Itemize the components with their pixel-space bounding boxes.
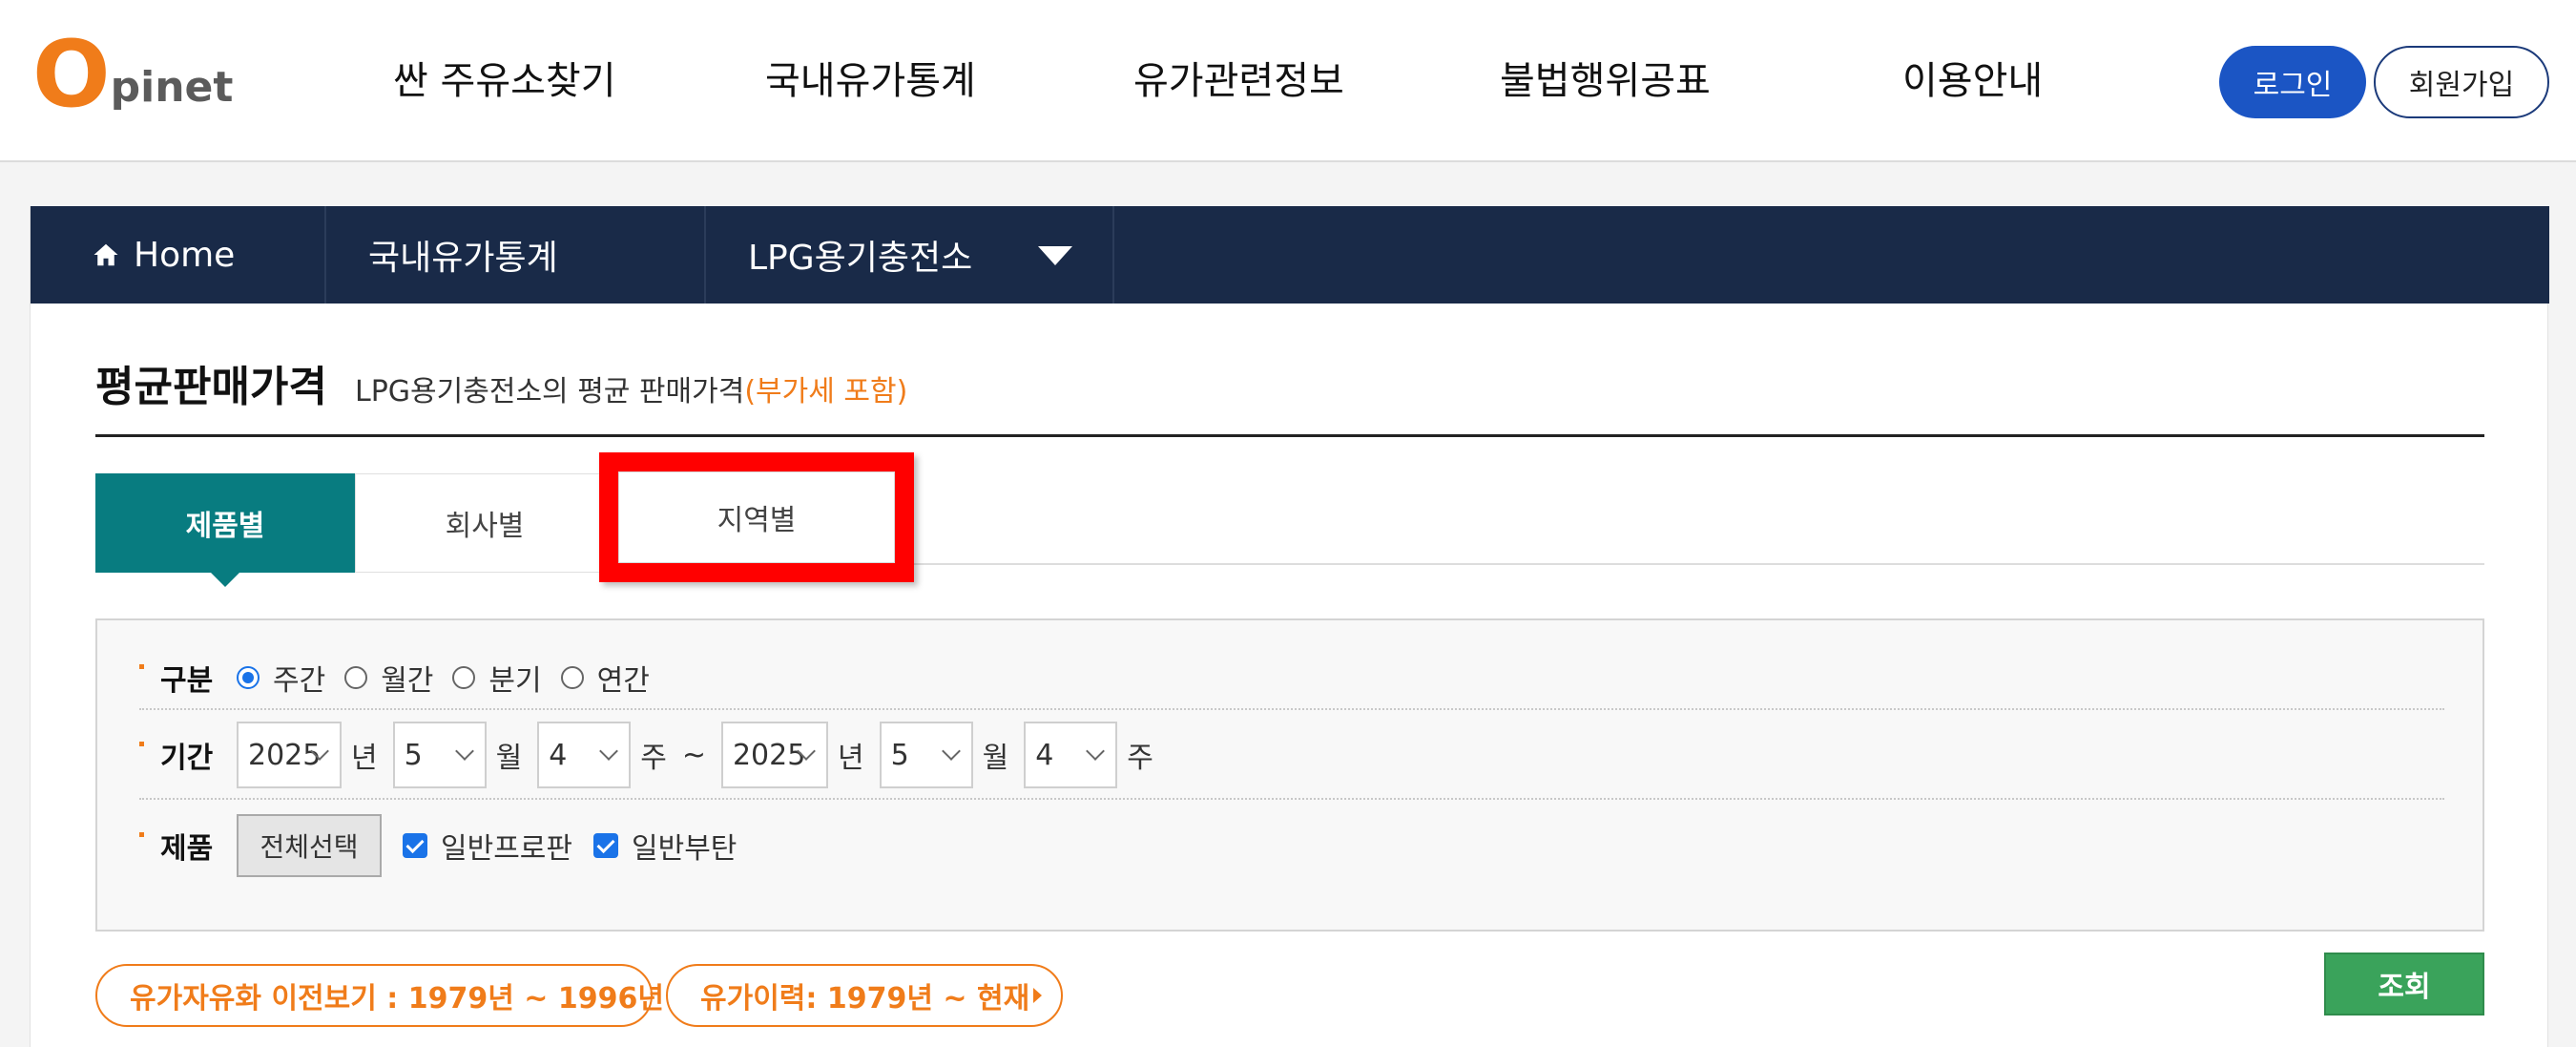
tab-by-company[interactable]: 회사별 xyxy=(355,473,614,573)
search-button[interactable]: 조회 xyxy=(2324,953,2484,1016)
checkbox-propane[interactable]: 일반프로판 xyxy=(403,825,572,867)
radio-quarterly-label: 분기 xyxy=(488,664,542,698)
nav-cheap-station[interactable]: 싼 주유소찾기 xyxy=(393,48,616,115)
radio-yearly-label: 연간 xyxy=(596,664,650,698)
select-all-button[interactable]: 전체선택 xyxy=(237,814,382,877)
checkbox-box[interactable] xyxy=(593,833,618,858)
to-year-select[interactable]: 2025 xyxy=(720,722,828,788)
site-header: O pinet 싼 주유소찾기 국내유가통계 유가관련정보 불법행위공표 이용안… xyxy=(0,0,2576,162)
unit-week: 주 xyxy=(640,742,667,775)
nav-usage-guide[interactable]: 이용안내 xyxy=(1902,48,2043,115)
tab-bar: 제품별 회사별 xyxy=(95,466,2484,573)
join-button[interactable]: 회원가입 xyxy=(2374,46,2549,118)
from-month-value: 5 xyxy=(404,738,423,772)
page-title: 평균판매가격 xyxy=(95,363,327,411)
chevron-down-icon xyxy=(941,742,961,761)
history-before-liberalization-button[interactable]: 유가자유화 이전보기 : 1979년 ~ 1996년 xyxy=(95,964,676,1027)
unit-year: 년 xyxy=(837,742,864,775)
checkbox-propane-label: 일반프로판 xyxy=(441,832,572,866)
history-prev-label: 유가자유화 이전보기 : 1979년 ~ 1996년 xyxy=(130,982,664,1016)
from-week-select[interactable]: 4 xyxy=(537,722,632,788)
page-description: LPG용기충전소의 평균 판매가격(부가세 포함) xyxy=(355,368,907,416)
radio-weekly-label: 주간 xyxy=(273,664,326,698)
title-row: 평균판매가격 LPG용기충전소의 평균 판매가격(부가세 포함) xyxy=(95,351,2484,437)
radio-dot[interactable] xyxy=(560,666,584,689)
chevron-down-icon xyxy=(1086,742,1106,761)
vat-note: (부가세 포함) xyxy=(744,375,908,408)
radio-weekly[interactable]: 주간 xyxy=(237,657,325,699)
logo-o: O xyxy=(32,21,111,128)
to-month-select[interactable]: 5 xyxy=(879,722,973,788)
from-year-value: 2025 xyxy=(248,738,322,772)
to-week-select[interactable]: 4 xyxy=(1024,722,1118,788)
unit-month: 월 xyxy=(495,742,523,775)
home-icon xyxy=(93,243,118,266)
arrow-right-icon xyxy=(1033,988,1043,1003)
radio-dot[interactable] xyxy=(452,666,476,689)
search-form: 구분 주간 월간 분기 연간 기간 2025 년 5 월 4 주 ~ 2025 … xyxy=(95,618,2484,932)
radio-quarterly[interactable]: 분기 xyxy=(452,657,542,699)
price-history-button[interactable]: 유가이력: 1979년 ~ 현재 xyxy=(666,964,1063,1027)
breadcrumb-home[interactable]: Home xyxy=(31,206,326,304)
history-label: 유가이력: 1979년 ~ 현재 xyxy=(700,982,1030,1016)
radio-dot[interactable] xyxy=(237,666,260,689)
range-tilde: ~ xyxy=(681,738,706,772)
chevron-down-icon xyxy=(599,742,619,761)
nav-illegal-disclosure[interactable]: 불법행위공표 xyxy=(1500,48,1711,115)
nav-domestic-stats[interactable]: 국내유가통계 xyxy=(765,48,976,115)
checkbox-box[interactable] xyxy=(403,833,427,858)
breadcrumb-level1[interactable]: 국내유가통계 xyxy=(326,206,706,304)
breadcrumb-level1-label: 국내유가통계 xyxy=(368,239,558,278)
breadcrumb-home-label: Home xyxy=(134,235,236,275)
tab-by-region[interactable]: 지역별 xyxy=(614,468,899,567)
to-year-value: 2025 xyxy=(732,738,806,772)
content-container: Home 국내유가통계 LPG용기충전소 평균판매가격 LPG용기충전소의 평균… xyxy=(30,206,2549,1047)
breadcrumb: Home 국내유가통계 LPG용기충전소 xyxy=(31,206,2549,304)
breadcrumb-level2-dropdown[interactable]: LPG용기충전소 xyxy=(706,206,1114,304)
login-button[interactable]: 로그인 xyxy=(2219,46,2366,118)
from-week-value: 4 xyxy=(549,738,568,772)
radio-dot[interactable] xyxy=(344,666,368,689)
date-range-label: 기간 xyxy=(139,734,237,776)
product-row: 제품 전체선택 일반프로판 일반부탄 xyxy=(139,802,2444,890)
nav-price-info[interactable]: 유가관련정보 xyxy=(1133,48,1344,115)
from-month-select[interactable]: 5 xyxy=(392,722,487,788)
product-label: 제품 xyxy=(139,825,237,867)
radio-yearly[interactable]: 연간 xyxy=(560,657,650,699)
caret-down-icon xyxy=(1038,246,1072,265)
radio-monthly-label: 월간 xyxy=(381,664,434,698)
from-year-select[interactable]: 2025 xyxy=(237,722,342,788)
unit-week: 주 xyxy=(1127,742,1153,775)
checkbox-butane[interactable]: 일반부탄 xyxy=(593,825,737,867)
to-month-value: 5 xyxy=(890,738,909,772)
unit-month: 월 xyxy=(982,742,1009,775)
tab-by-product[interactable]: 제품별 xyxy=(95,473,355,573)
to-week-value: 4 xyxy=(1035,738,1054,772)
chevron-down-icon xyxy=(454,742,474,761)
period-type-row: 구분 주간 월간 분기 연간 xyxy=(139,647,2444,710)
logo-text: pinet xyxy=(110,63,234,112)
breadcrumb-level2-label: LPG용기충전소 xyxy=(748,239,973,278)
radio-monthly[interactable]: 월간 xyxy=(344,657,433,699)
page-desc-text: LPG용기충전소의 평균 판매가격 xyxy=(355,375,745,408)
date-range-row: 기간 2025 년 5 월 4 주 ~ 2025 년 5 월 4 주 xyxy=(139,712,2444,800)
checkbox-butane-label: 일반부탄 xyxy=(632,832,737,866)
period-type-label: 구분 xyxy=(139,657,237,699)
opinet-logo[interactable]: O pinet xyxy=(32,21,234,128)
unit-year: 년 xyxy=(351,742,378,775)
